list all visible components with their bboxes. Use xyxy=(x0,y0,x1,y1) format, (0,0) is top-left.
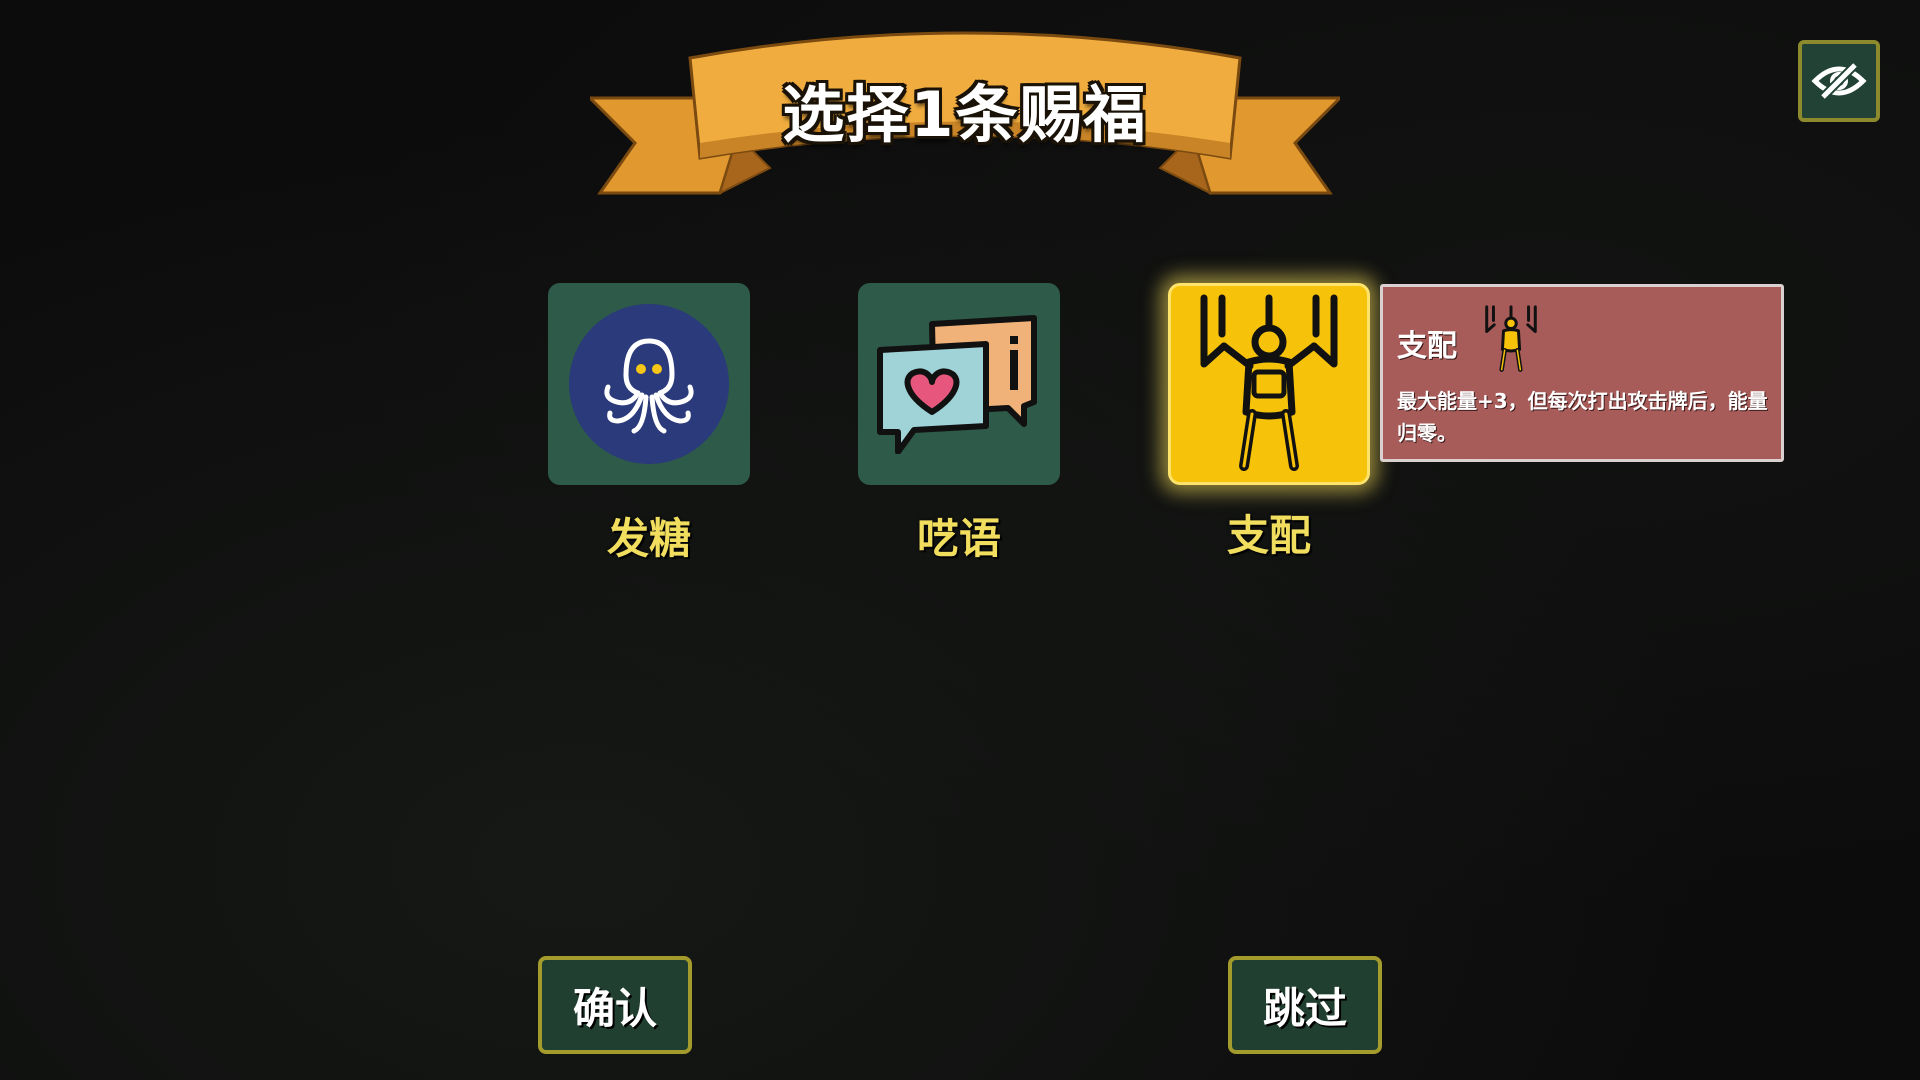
skip-button[interactable]: 跳过 xyxy=(1228,956,1382,1054)
hide-ui-button[interactable] xyxy=(1798,40,1880,122)
title-ribbon: 选择1条赐福 xyxy=(586,18,1344,218)
tooltip-description: 最大能量+3，但每次打出攻击牌后，能量归零。 xyxy=(1397,389,1768,445)
blessing-label-zhipei: 支配 xyxy=(1226,511,1311,560)
eye-slash-icon xyxy=(1811,61,1867,101)
speech-bubbles-heart-icon xyxy=(877,315,1037,454)
blessing-label-fatang: 发糖 xyxy=(606,514,691,563)
tooltip-title: 支配 xyxy=(1397,329,1457,364)
blessing-tooltip: 支配 最大能量+3，但每次打出攻击牌后，能量归零。 xyxy=(1380,284,1784,462)
blessing-card-yiyu[interactable] xyxy=(858,283,1060,485)
banner-title: 选择1条赐福 xyxy=(782,78,1148,151)
game-screen: 选择1条赐福 发糖 呓语 支配 支配 最大能量+3，但每次打出攻击牌后，能量归零… xyxy=(0,0,1920,1080)
blessing-card-zhipei[interactable] xyxy=(1168,283,1370,485)
octopus-icon xyxy=(569,304,729,464)
confirm-button[interactable]: 确认 xyxy=(538,956,692,1054)
blessing-card-fatang[interactable] xyxy=(548,283,750,485)
puppet-marionette-icon xyxy=(1200,294,1338,471)
blessing-label-yiyu: 呓语 xyxy=(916,514,1001,563)
puppet-marionette-icon xyxy=(1485,305,1537,372)
